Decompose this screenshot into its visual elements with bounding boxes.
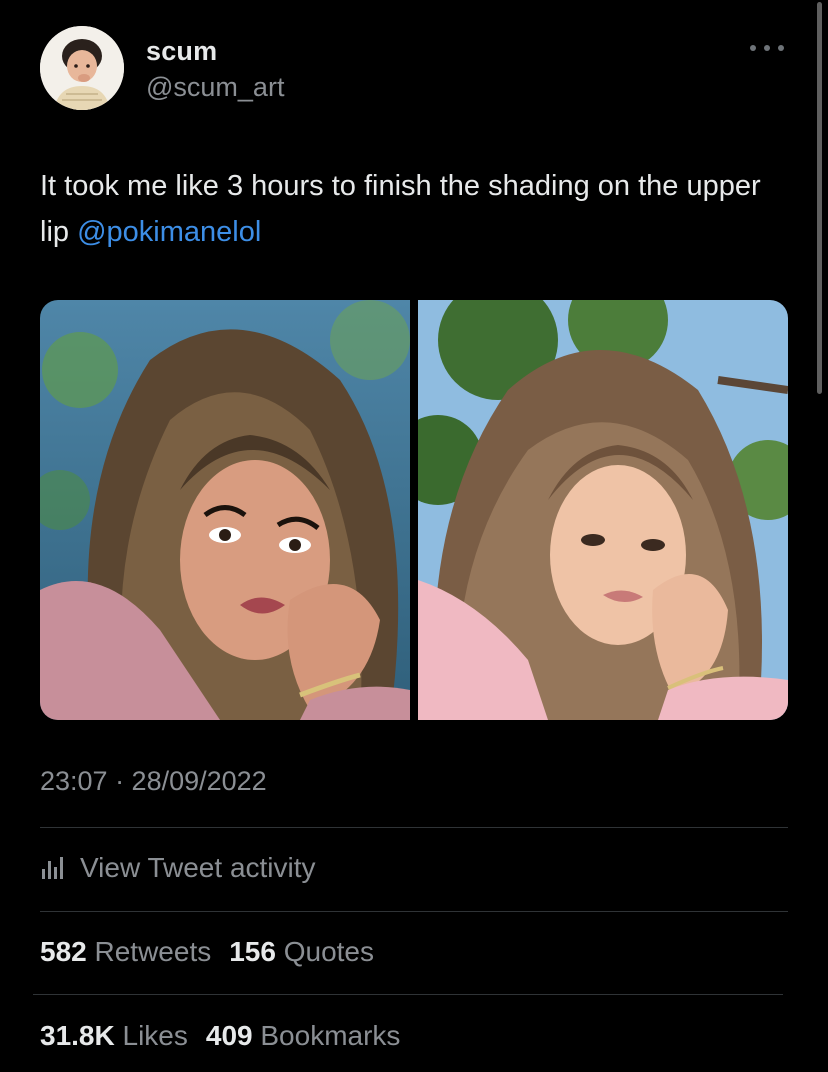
bar-chart-icon [40, 855, 66, 881]
author-handle[interactable]: @scum_art [146, 72, 284, 103]
retweets-stat[interactable]: 582 Retweets [40, 936, 211, 967]
more-horizontal-icon[interactable] [750, 40, 784, 56]
quotes-stat[interactable]: 156 Quotes [229, 936, 374, 967]
media-image-artwork[interactable] [40, 300, 410, 720]
media-image-photo[interactable] [418, 300, 788, 720]
divider [40, 911, 788, 912]
mention-link[interactable]: @pokimanelol [77, 216, 261, 248]
bookmarks-label: Bookmarks [260, 1020, 401, 1051]
divider [33, 994, 783, 995]
quotes-count: 156 [229, 936, 276, 967]
more-dot [750, 45, 756, 51]
tweet-timestamp[interactable]: 23:07 · 28/09/2022 [40, 766, 267, 797]
bookmarks-stat[interactable]: 409 Bookmarks [206, 1020, 401, 1051]
tweet-header: scum @scum_art [40, 26, 788, 116]
more-dot [778, 45, 784, 51]
stats-row-retweets-quotes: 582 Retweets 156 Quotes [40, 936, 374, 968]
author-display-name[interactable]: scum [146, 36, 217, 67]
quotes-label: Quotes [283, 936, 374, 967]
likes-count: 31.8K [40, 1020, 115, 1051]
tweet-media [40, 300, 788, 720]
tweet-text: It took me like 3 hours to finish the sh… [40, 163, 788, 255]
retweets-count: 582 [40, 936, 87, 967]
likes-label: Likes [122, 1020, 188, 1051]
likes-stat[interactable]: 31.8K Likes [40, 1020, 188, 1051]
stats-row-likes-bookmarks: 31.8K Likes 409 Bookmarks [40, 1020, 400, 1052]
divider [40, 827, 788, 828]
view-tweet-activity[interactable]: View Tweet activity [40, 848, 316, 888]
scrollbar[interactable] [817, 2, 822, 394]
more-dot [764, 45, 770, 51]
bookmarks-count: 409 [205, 1020, 253, 1051]
retweets-label: Retweets [94, 936, 212, 967]
activity-label: View Tweet activity [80, 852, 316, 883]
avatar[interactable] [40, 26, 124, 110]
